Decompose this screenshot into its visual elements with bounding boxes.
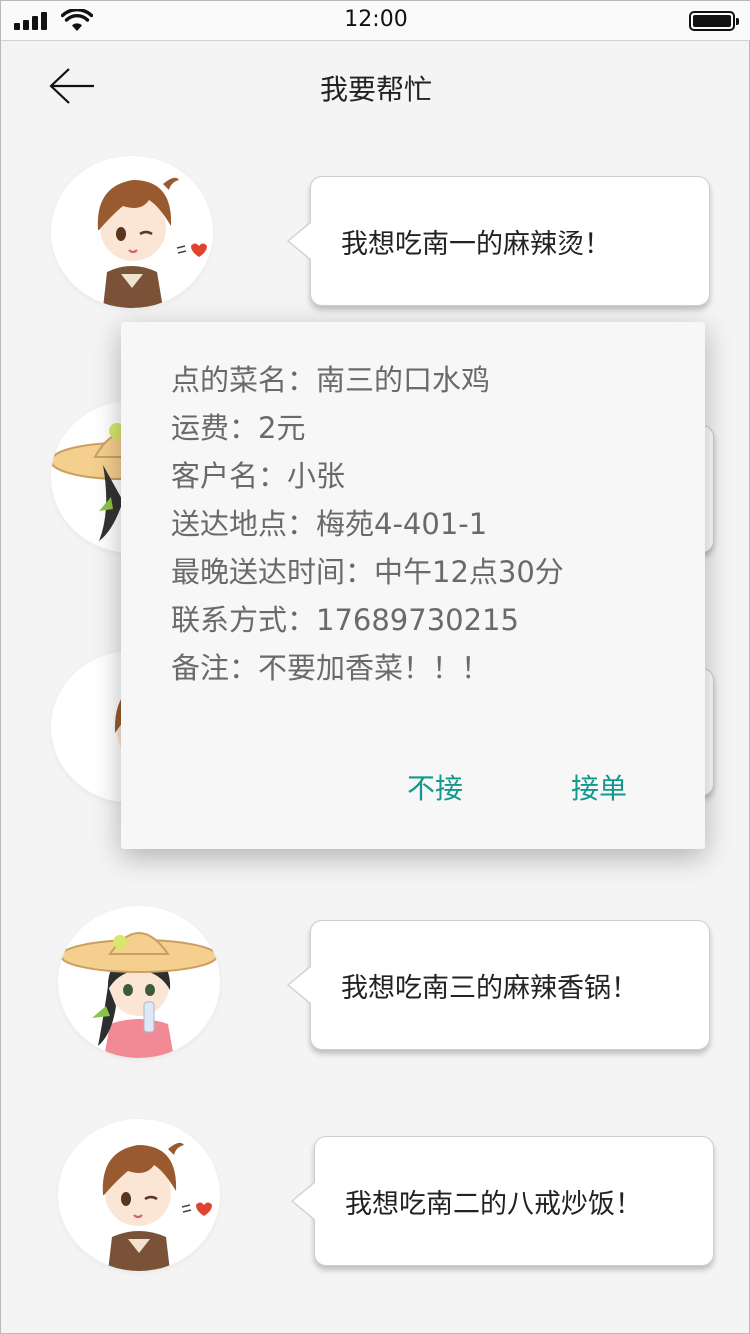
order-note: 备注：不要加香菜！！！ — [171, 651, 491, 685]
message-bubble[interactable]: 我想吃南一的麻辣烫！ — [287, 176, 710, 306]
reject-button[interactable]: 不接 — [407, 767, 463, 807]
order-dialog: 点的菜名：南三的口水鸡 运费：2元 客户名：小张 送达地点：梅苑4-401-1 … — [121, 322, 705, 849]
message-text: 我想吃南三的麻辣香锅！ — [341, 972, 638, 1004]
dish-name: 点的菜名：南三的口水鸡 — [171, 363, 491, 397]
girl-avatar-icon — [60, 932, 218, 1058]
accept-button[interactable]: 接单 — [571, 767, 627, 807]
battery-icon — [689, 11, 739, 31]
contact-phone: 联系方式：17689730215 — [171, 603, 519, 637]
phone-frame: 12:00 我要帮忙 我想吃南一的麻辣烫！ 我想吃南三的麻辣香锅！ 我想吃南二的… — [0, 0, 750, 1334]
message-text: 我想吃南二的八戒炒饭！ — [345, 1188, 642, 1220]
customer-name: 客户名：小张 — [171, 459, 346, 493]
message-bubble[interactable]: 我想吃南三的麻辣香锅！ — [287, 920, 710, 1050]
delivery-address: 送达地点：梅苑4-401-1 — [171, 507, 488, 541]
avatar[interactable] — [58, 1119, 220, 1271]
header: 我要帮忙 — [1, 42, 750, 130]
bubble-tail — [291, 1181, 316, 1221]
message-bubble[interactable]: 我想吃南二的八戒炒饭！ — [291, 1136, 714, 1266]
avatar[interactable] — [58, 906, 220, 1058]
delivery-fee: 运费：2元 — [171, 411, 306, 445]
latest-delivery-time: 最晚送达时间：中午12点30分 — [171, 555, 564, 589]
page-title: 我要帮忙 — [319, 73, 432, 106]
message-text: 我想吃南一的麻辣烫！ — [341, 228, 611, 260]
bubble-tail — [287, 221, 312, 261]
boy-avatar-icon — [102, 1142, 212, 1271]
status-bar: 12:00 — [1, 1, 750, 41]
bubble-tail — [287, 965, 312, 1005]
status-time: 12:00 — [344, 7, 408, 32]
order-details: 点的菜名：南三的口水鸡 运费：2元 客户名：小张 送达地点：梅苑4-401-1 … — [171, 360, 564, 696]
avatar[interactable] — [51, 156, 213, 308]
boy-avatar-icon — [97, 177, 207, 308]
